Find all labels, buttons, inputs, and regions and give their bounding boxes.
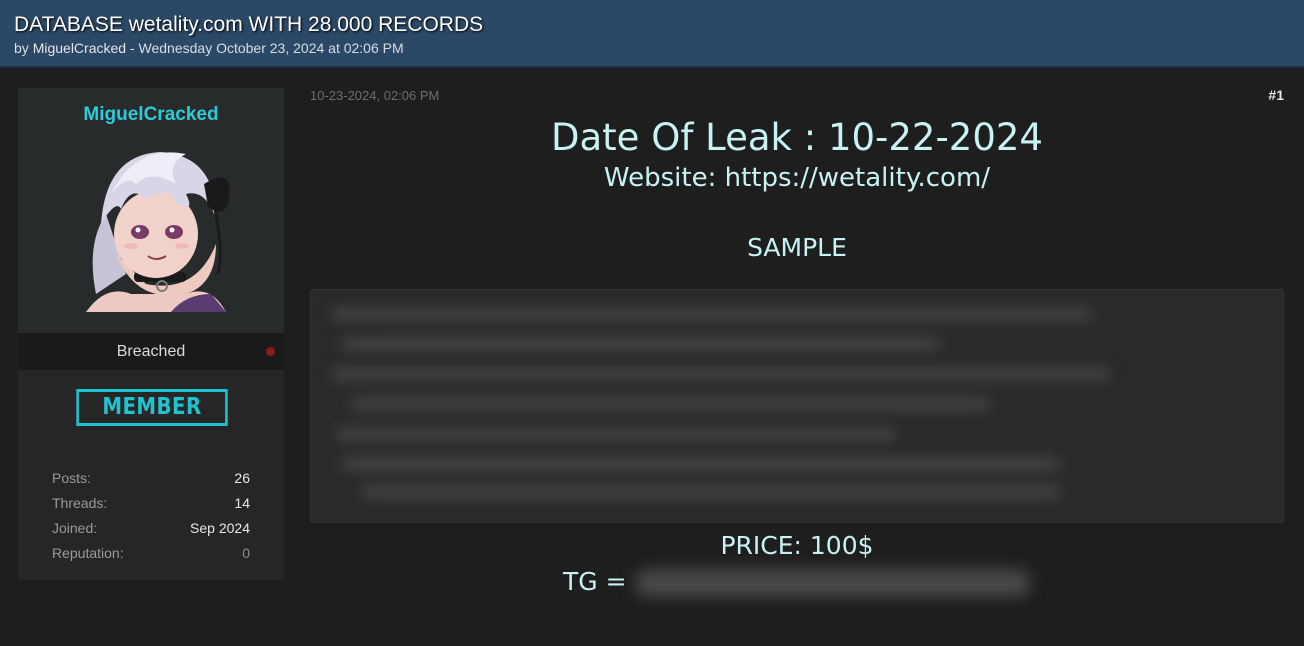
thread-byline: by MiguelCracked - Wednesday October 23,… — [14, 39, 1290, 57]
username-link[interactable]: MiguelCracked — [18, 104, 284, 126]
stat-value-threads[interactable]: 14 — [234, 491, 250, 516]
member-badge: MEMBER — [76, 389, 228, 426]
post-body: 10-23-2024, 02:06 PM #1 Date Of Leak : 1… — [310, 80, 1284, 620]
stat-row-joined: Joined: Sep 2024 — [52, 516, 250, 541]
stat-label: Posts: — [52, 470, 91, 486]
thread-title: DATABASE wetality.com WITH 28.000 RECORD… — [14, 13, 484, 36]
offline-status-dot — [266, 347, 275, 356]
leak-date-heading: Date Of Leak : 10-22-2024 — [551, 116, 1043, 159]
user-profile-box: MiguelCracked Breached MEMBER Posts: 26 … — [18, 88, 284, 580]
stat-label: Threads: — [52, 495, 108, 511]
user-rank: Breached — [18, 333, 284, 370]
stat-value-posts[interactable]: 26 — [234, 466, 250, 491]
stat-value-reputation[interactable]: 0 — [242, 541, 250, 566]
website-line: Website: https://wetality.com/ — [603, 163, 991, 193]
thread-datetime: Wednesday October 23, 2024 at 02:06 PM — [138, 40, 404, 56]
post-number-link[interactable]: #1 — [1268, 87, 1284, 103]
stat-label: Joined: — [52, 520, 98, 536]
stat-row-reputation: Reputation: 0 — [52, 541, 250, 566]
avatar[interactable] — [76, 144, 236, 312]
stat-label: Reputation: — [52, 545, 124, 561]
thread-header: DATABASE wetality.com WITH 28.000 RECORD… — [0, 0, 1304, 68]
sample-label: SAMPLE — [747, 233, 847, 262]
thread-author-link[interactable]: MiguelCracked — [33, 40, 126, 56]
stat-row-posts: Posts: 26 — [52, 466, 250, 491]
blurred-sample-box — [310, 289, 1284, 523]
stat-row-threads: Threads: 14 — [52, 491, 250, 516]
user-stats: Posts: 26 Threads: 14 Joined: Sep 2024 R… — [52, 466, 250, 566]
price-line: PRICE: 100$ — [720, 531, 874, 560]
byline-prefix: by — [14, 40, 33, 56]
rank-label: Breached — [116, 343, 186, 360]
post-date: 10-23-2024, 02:06 PM — [310, 88, 440, 103]
stat-value-joined: Sep 2024 — [190, 520, 250, 536]
telegram-label: TG = — [563, 567, 627, 596]
byline-separator: - — [126, 40, 139, 56]
blurred-telegram-link — [635, 570, 1030, 596]
